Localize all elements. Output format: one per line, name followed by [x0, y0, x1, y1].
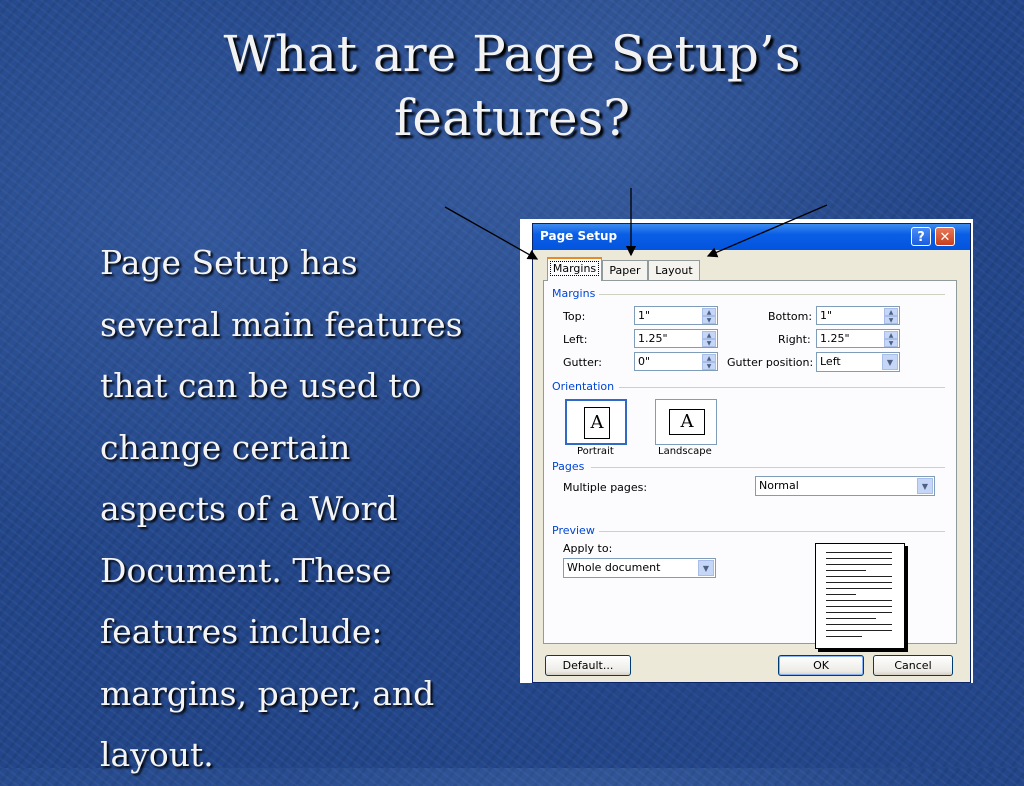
left-label: Left:	[563, 333, 588, 346]
bottom-margin-value: 1"	[820, 309, 833, 322]
preview-text-line	[826, 558, 892, 559]
body-line: Page Setup has	[100, 243, 358, 282]
body-line: change certain	[100, 427, 351, 467]
preview-text-line	[826, 624, 892, 625]
spin-up-icon[interactable]: ▲	[884, 331, 898, 339]
spin-up-icon[interactable]: ▲	[884, 308, 898, 316]
chevron-down-icon[interactable]: ▼	[917, 478, 933, 494]
slide-body-text: Page Setup has several main features tha…	[100, 232, 520, 786]
slide-title-line-2: features?	[393, 89, 631, 147]
body-line: several main features	[100, 304, 463, 344]
landscape-page-icon: A	[669, 409, 705, 435]
page-setup-screenshot: Page Setup ? ✕ Margins Paper Layout Marg…	[520, 219, 973, 683]
right-label: Right:	[778, 333, 811, 346]
gutter-position-select[interactable]: Left ▼	[816, 352, 900, 372]
cancel-button[interactable]: Cancel	[873, 655, 953, 676]
preview-text-line	[826, 570, 866, 571]
body-line: margins, paper, and	[100, 673, 435, 713]
preview-text-line	[826, 630, 892, 631]
spin-down-icon[interactable]: ▼	[884, 316, 898, 324]
left-margin-spinner[interactable]: 1.25" ▲ ▼	[634, 329, 718, 348]
gutter-value: 0"	[638, 355, 651, 368]
tab-layout[interactable]: Layout	[648, 260, 700, 280]
multiple-pages-value: Normal	[759, 479, 799, 492]
default-button[interactable]: Default...	[545, 655, 631, 676]
group-divider	[619, 387, 945, 388]
top-margin-value: 1"	[638, 309, 651, 322]
left-margin-value: 1.25"	[638, 332, 668, 345]
preview-text-line	[826, 588, 892, 589]
slide-title-line-1: What are Page Setup’s	[223, 25, 801, 83]
gutter-position-label: Gutter position:	[727, 356, 814, 369]
preview-group-label: Preview	[552, 524, 595, 537]
right-margin-value: 1.25"	[820, 332, 850, 345]
preview-text-line	[826, 552, 892, 553]
preview-text-line	[826, 600, 892, 601]
body-line: layout.	[100, 735, 214, 774]
body-line: Document. These	[100, 550, 392, 590]
chevron-down-icon[interactable]: ▼	[698, 560, 714, 576]
dialog-title: Page Setup	[540, 229, 618, 243]
body-line: features include:	[100, 612, 383, 651]
preview-text-line	[826, 636, 862, 637]
top-label: Top:	[563, 310, 586, 323]
apply-to-value: Whole document	[567, 561, 661, 574]
close-button[interactable]: ✕	[935, 227, 955, 246]
multiple-pages-select[interactable]: Normal ▼	[755, 476, 935, 496]
preview-text-line	[826, 618, 876, 619]
spin-down-icon[interactable]: ▼	[702, 316, 716, 324]
orientation-group-label: Orientation	[552, 380, 615, 393]
spin-down-icon[interactable]: ▼	[884, 339, 898, 347]
group-divider	[591, 467, 945, 468]
apply-to-label: Apply to:	[563, 542, 613, 555]
pages-group-label: Pages	[552, 460, 585, 473]
spin-up-icon[interactable]: ▲	[702, 308, 716, 316]
group-divider	[599, 294, 945, 295]
preview-text-line	[826, 594, 856, 595]
preview-text-line	[826, 606, 892, 607]
landscape-label: Landscape	[658, 446, 712, 457]
page-preview-thumbnail	[815, 543, 905, 649]
landscape-option[interactable]: A	[655, 399, 717, 445]
help-button[interactable]: ?	[911, 227, 931, 246]
portrait-label: Portrait	[577, 446, 614, 457]
gutter-label: Gutter:	[563, 356, 602, 369]
slide-title: What are Page Setup’s features?	[0, 22, 1024, 150]
multiple-pages-label: Multiple pages:	[563, 481, 648, 494]
page-setup-dialog: Page Setup ? ✕ Margins Paper Layout Marg…	[532, 223, 971, 683]
tab-margins-label: Margins	[549, 261, 600, 276]
margins-group-label: Margins	[552, 287, 596, 300]
right-margin-spinner[interactable]: 1.25" ▲ ▼	[816, 329, 900, 348]
preview-text-line	[826, 576, 892, 577]
spin-down-icon[interactable]: ▼	[702, 339, 716, 347]
preview-text-line	[826, 612, 892, 613]
portrait-page-icon: A	[584, 407, 610, 439]
spin-down-icon[interactable]: ▼	[702, 362, 716, 370]
bottom-margin-spinner[interactable]: 1" ▲ ▼	[816, 306, 900, 325]
preview-text-line	[826, 582, 892, 583]
gutter-spinner[interactable]: 0" ▲ ▼	[634, 352, 718, 371]
body-line: aspects of a Word	[100, 489, 398, 528]
body-line: that can be used to	[100, 366, 422, 405]
spin-up-icon[interactable]: ▲	[702, 354, 716, 362]
bottom-label: Bottom:	[768, 310, 813, 323]
spin-up-icon[interactable]: ▲	[702, 331, 716, 339]
portrait-option[interactable]: A	[565, 399, 627, 445]
dialog-titlebar: Page Setup ? ✕	[533, 224, 970, 250]
top-margin-spinner[interactable]: 1" ▲ ▼	[634, 306, 718, 325]
tab-paper[interactable]: Paper	[602, 260, 648, 280]
group-divider	[599, 531, 945, 532]
preview-text-line	[826, 564, 892, 565]
apply-to-select[interactable]: Whole document ▼	[563, 558, 716, 578]
gutter-position-value: Left	[820, 355, 841, 368]
tab-margins[interactable]: Margins	[547, 257, 602, 281]
chevron-down-icon[interactable]: ▼	[882, 354, 898, 370]
ok-button[interactable]: OK	[778, 655, 864, 676]
